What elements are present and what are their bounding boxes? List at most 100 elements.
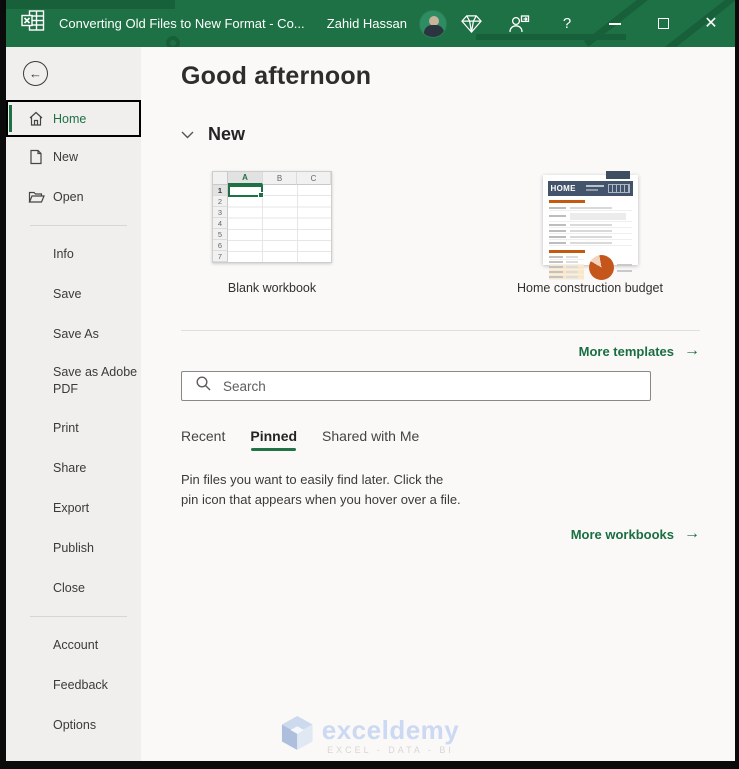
sidebar-divider [30, 225, 127, 226]
sidebar-item-save-as[interactable]: Save As [6, 314, 141, 354]
section-divider [181, 330, 700, 331]
premium-diamond-icon[interactable] [447, 0, 495, 47]
help-button[interactable]: ? [543, 0, 591, 47]
sidebar-item-label: Print [53, 421, 79, 435]
sidebar-item-export[interactable]: Export [6, 488, 141, 528]
grid-col-header: A [228, 172, 263, 185]
thumbnail-tab-decor [605, 171, 630, 179]
grid-column-headers: A B C [228, 172, 331, 185]
search-input[interactable] [223, 378, 650, 394]
sidebar-item-label: Account [53, 638, 99, 652]
sidebar-item-label: Info [53, 247, 74, 261]
sidebar-item-label: Export [53, 501, 90, 515]
sidebar-item-print[interactable]: Print [6, 408, 141, 448]
maximize-button[interactable] [639, 0, 687, 47]
budget-header-decor [585, 189, 598, 191]
arrow-right-icon: → [684, 342, 700, 359]
template-card-blank-workbook[interactable]: A B C 1 2 3 4 5 6 7 Blank workbook [192, 171, 352, 295]
sidebar-item-label: Feedback [53, 678, 108, 692]
budget-header-bar: HOME [547, 181, 633, 196]
greeting-heading: Good afternoon [181, 62, 372, 90]
backstage-main: Good afternoon New A B C 1 2 3 4 5 6 7 B… [141, 47, 735, 761]
user-name[interactable]: Zahid Hassan [327, 16, 407, 31]
back-button[interactable]: ← [23, 61, 48, 86]
grid-row-header: 1 [213, 185, 228, 196]
template-cards-row: A B C 1 2 3 4 5 6 7 Blank workbook HOME … [181, 171, 700, 301]
grid-row-header: 6 [213, 240, 228, 251]
selected-cell-a1 [228, 185, 264, 198]
sidebar-item-label: Options [53, 718, 97, 732]
share-contact-icon[interactable] [495, 0, 543, 47]
sidebar-item-label: Save [53, 287, 82, 301]
home-icon [28, 111, 44, 127]
sidebar-item-new[interactable]: New [6, 137, 141, 177]
backstage-sidebar: ← Home New Open Info Save Save As Save a… [6, 47, 141, 761]
sidebar-item-label: New [53, 150, 79, 164]
grid-row-header: 5 [213, 229, 228, 240]
search-box[interactable] [181, 371, 651, 401]
budget-template-thumbnail: HOME [542, 171, 638, 280]
sidebar-item-label: Close [53, 581, 85, 595]
calculator-decor [607, 184, 630, 193]
budget-header-text: HOME [550, 184, 576, 193]
sidebar-item-options[interactable]: Options [6, 705, 141, 745]
section-bar-decor [548, 250, 585, 253]
minimize-button[interactable] [591, 0, 639, 47]
sidebar-item-feedback[interactable]: Feedback [6, 665, 141, 705]
grid-col-header: B [263, 172, 297, 185]
tab-pinned[interactable]: Pinned [250, 428, 297, 451]
titlebar-decor [166, 36, 180, 47]
tab-recent[interactable]: Recent [181, 428, 225, 451]
sidebar-item-label: Save as Adobe PDF [53, 365, 138, 396]
sidebar-item-label: Save As [53, 327, 99, 341]
sidebar-item-open[interactable]: Open [6, 177, 141, 217]
sidebar-item-home[interactable]: Home [6, 100, 141, 137]
excel-app-icon [21, 10, 45, 37]
more-workbooks-link[interactable]: More workbooks → [571, 525, 700, 543]
grid-row-header: 2 [213, 196, 228, 207]
sidebar-item-label: Share [53, 461, 87, 475]
titlebar-decor [6, 0, 175, 9]
close-button[interactable]: ✕ [687, 0, 735, 47]
search-icon [195, 375, 212, 397]
blank-workbook-thumbnail: A B C 1 2 3 4 5 6 7 [212, 171, 332, 263]
window-title: Converting Old Files to New Format - Co.… [59, 16, 305, 31]
template-card-home-construction-budget[interactable]: HOME Home construction budget [480, 171, 700, 295]
grid-col-header: C [297, 172, 331, 185]
budget-header-decor [585, 185, 604, 187]
grid-row-header: 7 [213, 251, 228, 262]
tab-shared-with-me[interactable]: Shared with Me [322, 428, 419, 451]
sidebar-item-info[interactable]: Info [6, 234, 141, 274]
link-label: More workbooks [570, 526, 674, 542]
section-bar-decor [548, 200, 585, 203]
sidebar-item-save-as-adobe-pdf[interactable]: Save as Adobe PDF [6, 354, 141, 408]
user-avatar[interactable] [419, 9, 447, 38]
sidebar-item-publish[interactable]: Publish [6, 528, 141, 568]
titlebar: Converting Old Files to New Format - Co.… [6, 0, 735, 47]
template-label: Blank workbook [227, 281, 317, 295]
new-section-title: New [208, 124, 246, 144]
more-templates-link[interactable]: More templates → [579, 342, 700, 360]
link-label: More templates [578, 343, 674, 359]
pinned-empty-message: Pin files you want to easily find later.… [181, 472, 461, 508]
grid-row-header: 3 [213, 207, 228, 218]
file-list-tabs: Recent Pinned Shared with Me [181, 428, 700, 451]
template-label: Home construction budget [517, 281, 663, 295]
collapse-chevron-icon[interactable] [181, 131, 194, 139]
sidebar-item-share[interactable]: Share [6, 448, 141, 488]
sidebar-item-close[interactable]: Close [6, 568, 141, 608]
budget-financial-section [548, 255, 632, 280]
app-window: Converting Old Files to New Format - Co.… [0, 0, 739, 769]
grid-row-header: 4 [213, 218, 228, 229]
open-folder-icon [28, 189, 45, 205]
avatar-silhouette [424, 24, 444, 37]
grid-corner [213, 172, 228, 185]
sidebar-divider [30, 616, 127, 617]
pie-legend-decor [616, 260, 632, 276]
pie-chart-decor [588, 255, 614, 280]
sidebar-item-label: Publish [53, 541, 94, 555]
sidebar-item-account[interactable]: Account [6, 625, 141, 665]
sidebar-item-label: Home [53, 111, 87, 126]
grid-row-headers: 1 2 3 4 5 6 7 [213, 185, 228, 262]
sidebar-item-save[interactable]: Save [6, 274, 141, 314]
